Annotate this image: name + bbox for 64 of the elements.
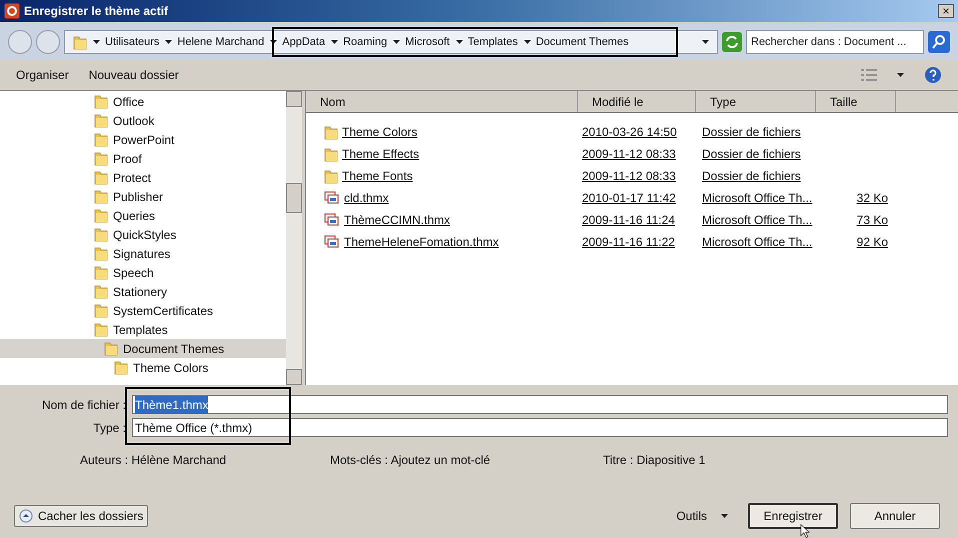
- file-size: 92 Ko: [856, 235, 888, 249]
- tree-item[interactable]: Document Themes: [0, 339, 286, 358]
- modified-date: 2010-01-17 11:42: [582, 191, 676, 205]
- file-name[interactable]: Theme Fonts: [342, 167, 413, 185]
- tree-item[interactable]: Publisher: [0, 187, 286, 206]
- tree-item[interactable]: SystemCertificates: [0, 301, 286, 320]
- tree-item[interactable]: Theme Colors: [0, 358, 286, 377]
- file-name[interactable]: cld.thmx: [344, 189, 389, 207]
- close-button[interactable]: ×: [938, 4, 954, 18]
- metadata-field[interactable]: Mots-clés : Ajoutez un mot-clé: [330, 451, 603, 469]
- tree-item[interactable]: PowerPoint: [0, 130, 286, 149]
- search-field[interactable]: Rechercher dans : Document ...: [746, 30, 924, 54]
- cancel-button[interactable]: Annuler: [850, 503, 940, 529]
- file-name[interactable]: ThèmeCCIMN.thmx: [344, 211, 450, 229]
- tree-item[interactable]: Speech: [0, 263, 286, 282]
- file-type: Microsoft Office Th...: [702, 191, 812, 205]
- window-title: Enregistrer le thème actif: [24, 3, 170, 20]
- metadata-field[interactable]: Titre : Diapositive 1: [603, 451, 706, 469]
- breadcrumb-item[interactable]: AppData: [282, 34, 326, 50]
- file-type: Microsoft Office Th...: [702, 235, 812, 249]
- tools-button[interactable]: Outils: [676, 507, 728, 525]
- column-header[interactable]: Taille: [816, 91, 896, 112]
- modified-date: 2009-11-16 11:24: [582, 213, 675, 227]
- breadcrumb-item[interactable]: Roaming: [343, 34, 388, 50]
- file-size: 32 Ko: [856, 191, 888, 205]
- filename-field[interactable]: Thème1.thmx: [132, 395, 948, 414]
- breadcrumb-item[interactable]: Templates: [468, 34, 518, 50]
- column-header[interactable]: Nom: [306, 91, 578, 112]
- address-bar[interactable]: Utilisateurs Helene Marchand AppData Roaming Microsoft Templates Document Themes: [64, 30, 718, 54]
- breadcrumb-item[interactable]: Utilisateurs: [105, 34, 160, 50]
- hide-folders-button[interactable]: Cacher les dossiers: [14, 505, 148, 527]
- metadata-field[interactable]: Auteurs : Hélène Marchand: [80, 451, 330, 469]
- modified-date: 2009-11-12 08:33: [582, 169, 676, 183]
- type-label: Type :: [92, 420, 126, 436]
- new-folder-button[interactable]: Nouveau dossier: [88, 66, 179, 84]
- tree-item[interactable]: Templates: [0, 320, 286, 339]
- filename-label: Nom de fichier :: [40, 396, 126, 414]
- modified-date: 2009-11-12 08:33: [582, 147, 676, 161]
- file-type: Dossier de fichiers: [702, 147, 801, 161]
- file-type: Microsoft Office Th...: [702, 213, 812, 227]
- type-dropdown[interactable]: Thème Office (*.thmx): [132, 418, 948, 437]
- tree-item[interactable]: Stationery: [0, 282, 286, 301]
- tree-item[interactable]: QuickStyles: [0, 225, 286, 244]
- tree-item[interactable]: Queries: [0, 206, 286, 225]
- tree-item[interactable]: Signatures: [0, 244, 286, 263]
- file-name[interactable]: Theme Effects: [342, 145, 420, 163]
- tree-item[interactable]: Outlook: [0, 111, 286, 130]
- column-header[interactable]: Modifié le: [578, 91, 696, 112]
- modified-date: 2010-03-26 14:50: [582, 125, 677, 139]
- tree-item[interactable]: Protect: [0, 168, 286, 187]
- column-header[interactable]: Type: [696, 91, 816, 112]
- modified-date: 2009-11-16 11:22: [582, 235, 675, 249]
- file-type: Dossier de fichiers: [702, 169, 801, 183]
- breadcrumb-item[interactable]: Microsoft: [405, 34, 450, 50]
- file-type: Dossier de fichiers: [702, 125, 801, 139]
- tree-item[interactable]: Office: [0, 92, 286, 111]
- breadcrumb-item[interactable]: Document Themes: [536, 34, 629, 50]
- file-name[interactable]: Theme Colors: [342, 123, 418, 141]
- breadcrumb-item[interactable]: Helene Marchand: [177, 34, 264, 50]
- file-size: 73 Ko: [856, 213, 888, 227]
- organize-button[interactable]: Organiser: [16, 66, 69, 84]
- save-button[interactable]: Enregistrer: [748, 503, 838, 529]
- tree-item[interactable]: Proof: [0, 149, 286, 168]
- file-name[interactable]: ThemeHeleneFomation.thmx: [344, 233, 499, 251]
